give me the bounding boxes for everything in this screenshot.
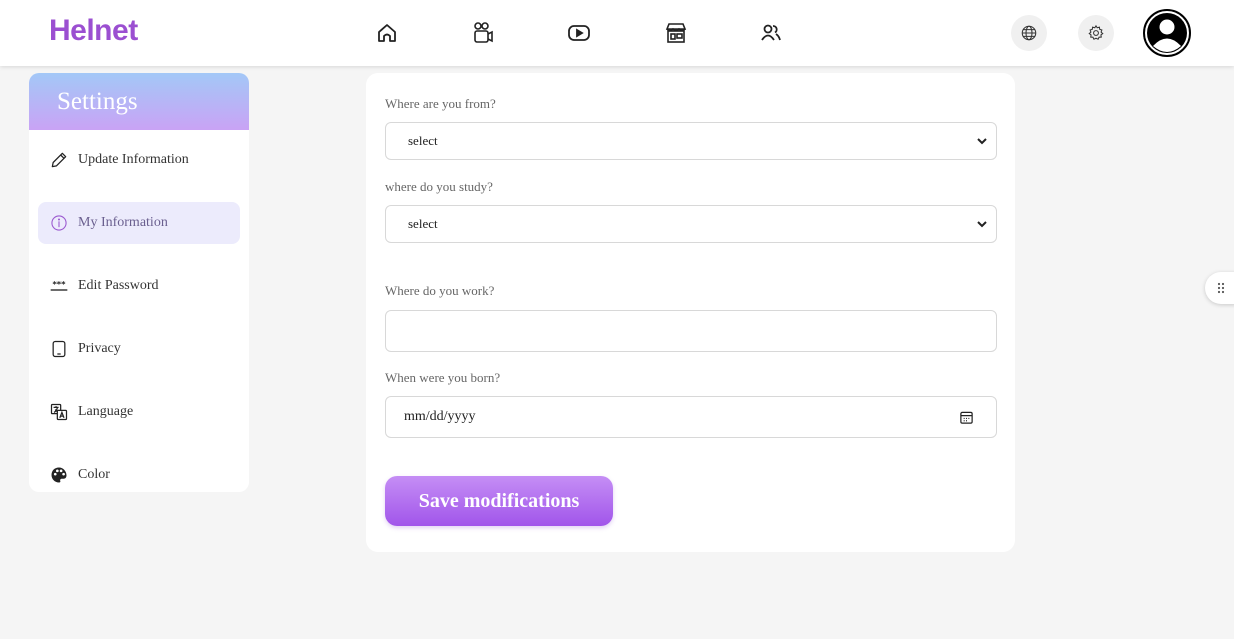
country-select-value: select bbox=[408, 133, 438, 148]
sidebar-item-my-information[interactable]: My Information bbox=[38, 202, 240, 244]
info-circle-icon bbox=[48, 212, 70, 234]
drag-dots-icon bbox=[1217, 282, 1225, 294]
translate-icon bbox=[48, 401, 70, 423]
gear-icon[interactable] bbox=[1078, 15, 1114, 51]
save-modifications-button[interactable]: Save modifications bbox=[385, 476, 613, 526]
country-select[interactable]: select bbox=[385, 122, 997, 160]
app-logo[interactable]: Helnet bbox=[49, 14, 138, 48]
work-label: Where do you work? bbox=[385, 283, 495, 298]
birth-label: When were you born? bbox=[385, 370, 501, 385]
sidebar-header: Settings bbox=[29, 73, 249, 130]
password-dots-icon: *** bbox=[48, 275, 70, 297]
settings-sidebar: Settings Update Information My Informati… bbox=[29, 73, 249, 492]
work-input[interactable] bbox=[385, 310, 997, 352]
birth-date-input[interactable]: mm/dd/yyyy bbox=[385, 396, 997, 438]
study-select-value: select bbox=[408, 216, 438, 231]
country-label: Where are you from? bbox=[385, 96, 496, 111]
birth-date-placeholder: mm/dd/yyyy bbox=[404, 409, 476, 424]
sidebar-item-label: My Information bbox=[78, 215, 168, 230]
sidebar-item-update-information[interactable]: Update Information bbox=[38, 139, 240, 181]
phone-icon bbox=[48, 338, 70, 360]
store-icon[interactable] bbox=[663, 20, 689, 46]
study-select[interactable]: select bbox=[385, 205, 997, 243]
sidebar-item-label: Update Information bbox=[78, 152, 189, 167]
information-form-card: Where are you from? select where do you … bbox=[366, 73, 1015, 552]
sidebar-item-language[interactable]: Language bbox=[38, 391, 240, 433]
friends-icon[interactable] bbox=[758, 20, 784, 46]
top-navigation-bar: Helnet bbox=[0, 0, 1234, 66]
svg-text:***: *** bbox=[52, 279, 66, 289]
sidebar-item-label: Edit Password bbox=[78, 278, 159, 293]
palette-icon bbox=[48, 464, 70, 486]
chevron-down-icon bbox=[977, 221, 987, 228]
pencil-icon bbox=[48, 149, 70, 171]
sidebar-item-label: Language bbox=[78, 404, 134, 419]
sidebar-item-privacy[interactable]: Privacy bbox=[38, 328, 240, 370]
study-label: where do you study? bbox=[385, 179, 493, 194]
sidebar-item-label: Privacy bbox=[78, 341, 121, 356]
drag-handle[interactable] bbox=[1205, 272, 1234, 304]
video-call-icon[interactable] bbox=[470, 20, 496, 46]
user-avatar-icon[interactable] bbox=[1143, 9, 1191, 57]
globe-icon[interactable] bbox=[1011, 15, 1047, 51]
chevron-down-icon bbox=[977, 138, 987, 145]
sidebar-title: Settings bbox=[57, 87, 138, 115]
sidebar-item-edit-password[interactable]: *** Edit Password bbox=[38, 265, 240, 307]
calendar-icon[interactable] bbox=[959, 410, 974, 425]
sidebar-item-color[interactable]: Color bbox=[38, 454, 240, 492]
sidebar-item-label: Color bbox=[78, 467, 110, 482]
home-icon[interactable] bbox=[374, 20, 400, 46]
play-video-icon[interactable] bbox=[566, 20, 592, 46]
